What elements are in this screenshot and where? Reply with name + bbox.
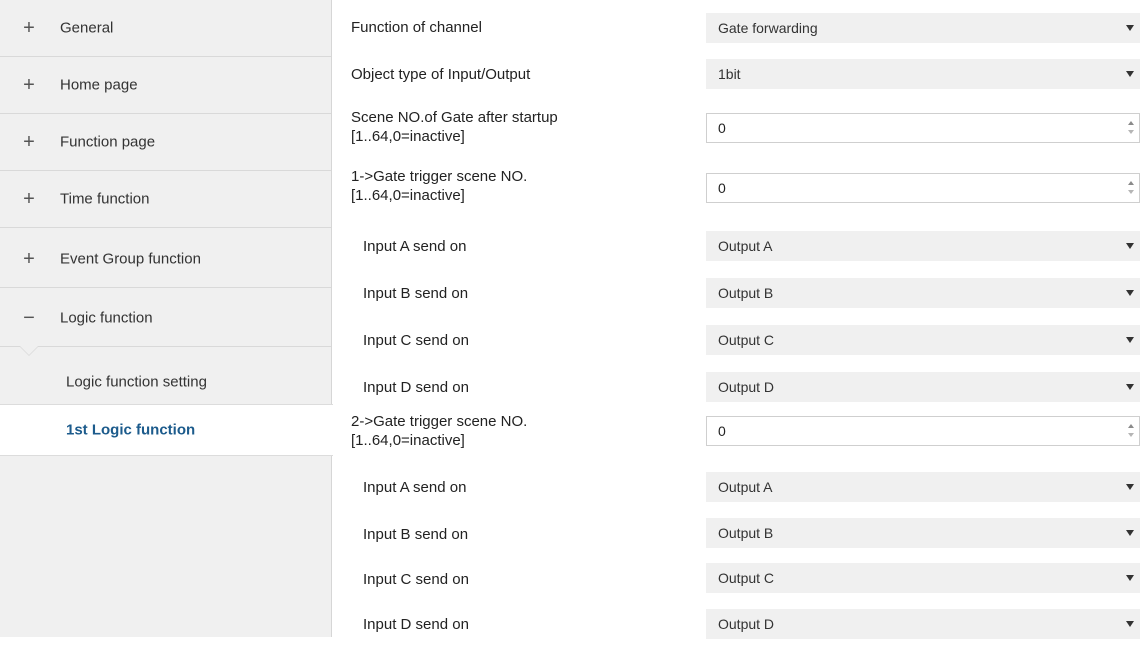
sidebar-subitem-label: Logic function setting	[66, 373, 207, 391]
expand-plus-icon[interactable]: +	[22, 189, 36, 209]
dropdown-value: Output A	[718, 479, 773, 495]
spin-up-icon[interactable]	[1128, 121, 1134, 125]
param-label: Input A send on	[363, 238, 467, 255]
spinbox-value: 0	[718, 120, 726, 136]
spinbox-value: 0	[718, 180, 726, 196]
param-row-function-of-channel: Function of channel Gate forwarding	[333, 4, 1140, 52]
function-of-channel-dropdown[interactable]: Gate forwarding	[706, 13, 1140, 43]
sidebar-item-label: Logic function	[60, 309, 153, 327]
chevron-down-icon[interactable]	[1126, 484, 1134, 490]
param-row-gate2-input-d: Input D send on Output D	[333, 603, 1140, 651]
sidebar-item-label: Event Group function	[60, 250, 201, 268]
param-row-scene-after-startup: Scene NO.of Gate after startup [1..64,0=…	[333, 106, 1140, 154]
param-label: Input B send on	[363, 285, 469, 302]
chevron-down-icon[interactable]	[1126, 384, 1134, 390]
param-label-line2: [1..64,0=inactive]	[351, 432, 465, 449]
param-label-line2: [1..64,0=inactive]	[351, 128, 465, 145]
spinner-arrows-icon[interactable]	[1126, 118, 1136, 138]
spin-down-icon[interactable]	[1128, 433, 1134, 437]
gate1-input-c-dropdown[interactable]: Output C	[706, 325, 1140, 355]
param-label-line2: [1..64,0=inactive]	[351, 187, 465, 204]
sidebar-subitem-logic-function-setting[interactable]: Logic function setting	[0, 356, 331, 408]
param-row-gate2-input-b: Input B send on Output B	[333, 512, 1140, 560]
param-row-gate2-input-c: Input C send on Output C	[333, 557, 1140, 605]
chevron-down-icon[interactable]	[1126, 337, 1134, 343]
param-row-gate1-input-d: Input D send on Output D	[333, 363, 1140, 411]
sidebar-item-function-page[interactable]: + Function page	[0, 114, 331, 171]
chevron-down-icon[interactable]	[1126, 290, 1134, 296]
spinner-arrows-icon[interactable]	[1126, 178, 1136, 198]
param-row-gate1-input-c: Input C send on Output C	[333, 316, 1140, 364]
sidebar-item-label: General	[60, 19, 114, 37]
chevron-down-icon[interactable]	[1126, 575, 1134, 581]
sidebar-item-time-function[interactable]: + Time function	[0, 171, 331, 228]
dropdown-value: Output B	[718, 285, 774, 301]
gate2-input-d-dropdown[interactable]: Output D	[706, 609, 1140, 639]
dropdown-value: Output D	[718, 616, 775, 632]
gate2-input-a-dropdown[interactable]: Output A	[706, 472, 1140, 502]
gate2-input-c-dropdown[interactable]: Output C	[706, 563, 1140, 593]
expand-plus-icon[interactable]: +	[22, 18, 36, 38]
chevron-down-icon[interactable]	[1126, 530, 1134, 536]
chevron-down-icon[interactable]	[1126, 243, 1134, 249]
gate1-input-b-dropdown[interactable]: Output B	[706, 278, 1140, 308]
expand-plus-icon[interactable]: +	[22, 132, 36, 152]
param-label-line1: Scene NO.of Gate after startup	[351, 109, 558, 126]
gate1-input-a-dropdown[interactable]: Output A	[706, 231, 1140, 261]
gate2-input-b-dropdown[interactable]: Output B	[706, 518, 1140, 548]
chevron-down-icon[interactable]	[1126, 621, 1134, 627]
dropdown-value: Output D	[718, 379, 775, 395]
sidebar-item-event-group-function[interactable]: + Event Group function	[0, 231, 331, 288]
param-row-gate2-input-a: Input A send on Output A	[333, 466, 1140, 514]
spin-down-icon[interactable]	[1128, 130, 1134, 134]
spin-up-icon[interactable]	[1128, 424, 1134, 428]
spinner-arrows-icon[interactable]	[1126, 421, 1136, 441]
gate1-trigger-scene-spinbox[interactable]: 0	[706, 173, 1140, 203]
chevron-down-icon[interactable]	[1126, 71, 1134, 77]
dropdown-value: Gate forwarding	[718, 20, 818, 36]
param-row-object-type: Object type of Input/Output 1bit	[333, 52, 1140, 100]
spin-down-icon[interactable]	[1128, 190, 1134, 194]
param-label-line1: 2->Gate trigger scene NO.	[351, 413, 528, 430]
dropdown-value: Output A	[718, 238, 773, 254]
param-row-gate1-trigger-scene: 1->Gate trigger scene NO. [1..64,0=inact…	[333, 167, 1140, 215]
param-label: Input A send on	[363, 479, 467, 496]
param-label: Input B send on	[363, 526, 469, 543]
param-label: Input D send on	[363, 379, 469, 396]
param-label-line1: 1->Gate trigger scene NO.	[351, 168, 528, 185]
scene-after-startup-spinbox[interactable]: 0	[706, 113, 1140, 143]
param-row-gate1-input-a: Input A send on Output A	[333, 222, 1140, 270]
expand-plus-icon[interactable]: +	[22, 75, 36, 95]
sidebar-subitem-1st-logic-function[interactable]: 1st Logic function	[0, 404, 333, 456]
spin-up-icon[interactable]	[1128, 181, 1134, 185]
gate1-input-d-dropdown[interactable]: Output D	[706, 372, 1140, 402]
sidebar-item-label: Time function	[60, 190, 150, 208]
expand-plus-icon[interactable]: +	[22, 249, 36, 269]
param-row-gate2-trigger-scene: 2->Gate trigger scene NO. [1..64,0=inact…	[333, 412, 1140, 460]
tree-notch-fill	[20, 346, 38, 355]
sidebar-item-label: Home page	[60, 76, 138, 94]
sidebar-subitem-label: 1st Logic function	[66, 421, 196, 439]
dropdown-value: Output C	[718, 570, 775, 586]
collapse-minus-icon[interactable]: −	[22, 308, 36, 328]
spinbox-value: 0	[718, 423, 726, 439]
sidebar-item-logic-function[interactable]: − Logic function	[0, 290, 331, 347]
parameter-panel: Function of channel Gate forwarding Obje…	[333, 0, 1140, 639]
param-label: Input C send on	[363, 571, 469, 588]
param-label: Input C send on	[363, 332, 469, 349]
sidebar-item-home-page[interactable]: + Home page	[0, 57, 331, 114]
dropdown-value: Output C	[718, 332, 775, 348]
param-label: Input D send on	[363, 616, 469, 633]
object-type-dropdown[interactable]: 1bit	[706, 59, 1140, 89]
chevron-down-icon[interactable]	[1126, 25, 1134, 31]
param-label: Function of channel	[351, 19, 482, 36]
param-row-gate1-input-b: Input B send on Output B	[333, 269, 1140, 317]
sidebar-item-label: Function page	[60, 133, 156, 151]
sidebar-item-general[interactable]: + General	[0, 0, 331, 57]
sidebar: + General + Home page + Function page + …	[0, 0, 333, 637]
param-label: Object type of Input/Output	[351, 66, 531, 83]
gate2-trigger-scene-spinbox[interactable]: 0	[706, 416, 1140, 446]
dropdown-value: Output B	[718, 525, 774, 541]
dropdown-value: 1bit	[718, 66, 741, 82]
